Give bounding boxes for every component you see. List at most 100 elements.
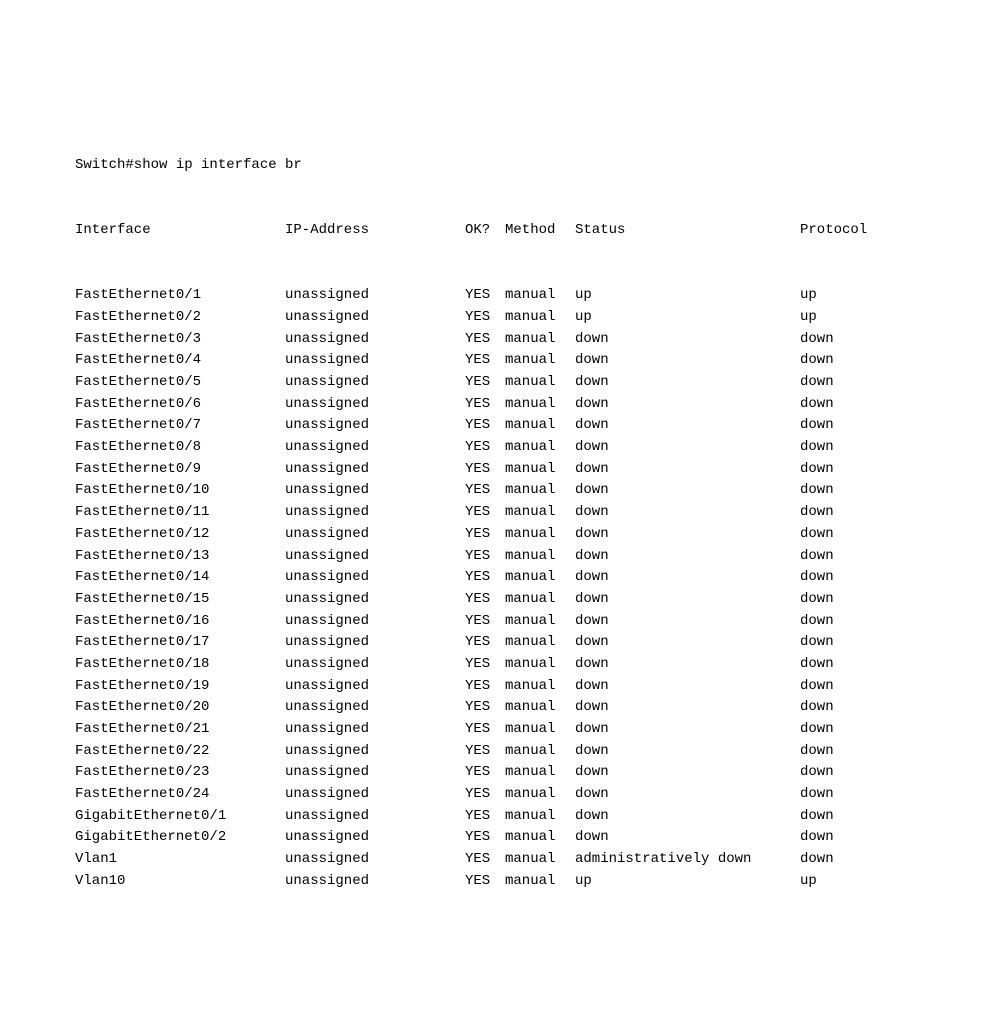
cell-status: down xyxy=(575,589,800,611)
table-row: FastEthernet0/11unassignedYESmanualdownd… xyxy=(75,502,1000,524)
cell-interface: FastEthernet0/18 xyxy=(75,654,285,676)
cell-interface: FastEthernet0/16 xyxy=(75,611,285,633)
cell-status: down xyxy=(575,697,800,719)
cell-protocol: up xyxy=(800,285,890,307)
table-row: FastEthernet0/24unassignedYESmanualdownd… xyxy=(75,784,1000,806)
cell-ip: unassigned xyxy=(285,285,465,307)
table-row: FastEthernet0/16unassignedYESmanualdownd… xyxy=(75,611,1000,633)
cell-interface: FastEthernet0/12 xyxy=(75,524,285,546)
table-row: Vlan10unassignedYESmanualupup xyxy=(75,871,1000,893)
cell-protocol: down xyxy=(800,611,890,633)
cell-protocol: down xyxy=(800,567,890,589)
table-row: FastEthernet0/12unassignedYESmanualdownd… xyxy=(75,524,1000,546)
cell-protocol: down xyxy=(800,741,890,763)
table-row: FastEthernet0/15unassignedYESmanualdownd… xyxy=(75,589,1000,611)
cell-ok: YES xyxy=(465,632,505,654)
cell-status: down xyxy=(575,459,800,481)
cell-protocol: down xyxy=(800,394,890,416)
cell-interface: FastEthernet0/23 xyxy=(75,762,285,784)
cell-method: manual xyxy=(505,676,575,698)
cell-status: down xyxy=(575,350,800,372)
cell-ok: YES xyxy=(465,611,505,633)
cell-method: manual xyxy=(505,719,575,741)
cell-ip: unassigned xyxy=(285,806,465,828)
table-row: FastEthernet0/7unassignedYESmanualdowndo… xyxy=(75,415,1000,437)
cell-ip: unassigned xyxy=(285,741,465,763)
cell-status: down xyxy=(575,784,800,806)
table-row: FastEthernet0/10unassignedYESmanualdownd… xyxy=(75,480,1000,502)
cell-status: down xyxy=(575,329,800,351)
cell-status: down xyxy=(575,676,800,698)
cell-status: down xyxy=(575,394,800,416)
table-row: FastEthernet0/17unassignedYESmanualdownd… xyxy=(75,632,1000,654)
cell-interface: FastEthernet0/6 xyxy=(75,394,285,416)
cell-protocol: down xyxy=(800,654,890,676)
cell-interface: GigabitEthernet0/1 xyxy=(75,806,285,828)
cell-protocol: down xyxy=(800,719,890,741)
table-row: FastEthernet0/2unassignedYESmanualupup xyxy=(75,307,1000,329)
cell-ip: unassigned xyxy=(285,502,465,524)
cell-ok: YES xyxy=(465,784,505,806)
cell-ip: unassigned xyxy=(285,350,465,372)
cell-interface: FastEthernet0/7 xyxy=(75,415,285,437)
cell-protocol: down xyxy=(800,784,890,806)
cell-method: manual xyxy=(505,524,575,546)
table-row: FastEthernet0/3unassignedYESmanualdowndo… xyxy=(75,329,1000,351)
col-ok: OK? xyxy=(465,220,505,242)
cell-ok: YES xyxy=(465,827,505,849)
cell-ip: unassigned xyxy=(285,329,465,351)
cell-method: manual xyxy=(505,611,575,633)
cell-status: down xyxy=(575,827,800,849)
cell-method: manual xyxy=(505,307,575,329)
cell-ip: unassigned xyxy=(285,480,465,502)
cell-status: up xyxy=(575,285,800,307)
cell-status: up xyxy=(575,871,800,893)
cell-ok: YES xyxy=(465,307,505,329)
cell-interface: FastEthernet0/24 xyxy=(75,784,285,806)
cell-ok: YES xyxy=(465,437,505,459)
cell-ok: YES xyxy=(465,329,505,351)
cell-method: manual xyxy=(505,394,575,416)
cell-protocol: up xyxy=(800,307,890,329)
cell-method: manual xyxy=(505,567,575,589)
table-row: FastEthernet0/13unassignedYESmanualdownd… xyxy=(75,546,1000,568)
cell-ip: unassigned xyxy=(285,827,465,849)
cell-method: manual xyxy=(505,329,575,351)
cell-protocol: down xyxy=(800,589,890,611)
cell-protocol: down xyxy=(800,827,890,849)
cell-ip: unassigned xyxy=(285,849,465,871)
cell-ok: YES xyxy=(465,546,505,568)
cell-ok: YES xyxy=(465,589,505,611)
cell-status: administratively down xyxy=(575,849,800,871)
cell-status: down xyxy=(575,611,800,633)
cell-interface: FastEthernet0/17 xyxy=(75,632,285,654)
cell-method: manual xyxy=(505,849,575,871)
cell-ok: YES xyxy=(465,762,505,784)
cell-protocol: down xyxy=(800,546,890,568)
cell-ip: unassigned xyxy=(285,459,465,481)
cell-ok: YES xyxy=(465,697,505,719)
cell-interface: FastEthernet0/4 xyxy=(75,350,285,372)
cell-interface: Vlan1 xyxy=(75,849,285,871)
cell-ok: YES xyxy=(465,350,505,372)
cell-method: manual xyxy=(505,459,575,481)
cell-status: down xyxy=(575,524,800,546)
cell-status: down xyxy=(575,437,800,459)
cell-ok: YES xyxy=(465,415,505,437)
cell-interface: FastEthernet0/11 xyxy=(75,502,285,524)
cell-method: manual xyxy=(505,480,575,502)
cell-ok: YES xyxy=(465,372,505,394)
cell-method: manual xyxy=(505,437,575,459)
cell-protocol: down xyxy=(800,676,890,698)
cell-ok: YES xyxy=(465,806,505,828)
cell-protocol: down xyxy=(800,459,890,481)
cell-ip: unassigned xyxy=(285,697,465,719)
table-row: GigabitEthernet0/1unassignedYESmanualdow… xyxy=(75,806,1000,828)
cell-ip: unassigned xyxy=(285,784,465,806)
cell-ok: YES xyxy=(465,719,505,741)
cell-ip: unassigned xyxy=(285,654,465,676)
cell-protocol: down xyxy=(800,524,890,546)
cell-protocol: down xyxy=(800,806,890,828)
cell-protocol: down xyxy=(800,415,890,437)
cell-ip: unassigned xyxy=(285,394,465,416)
